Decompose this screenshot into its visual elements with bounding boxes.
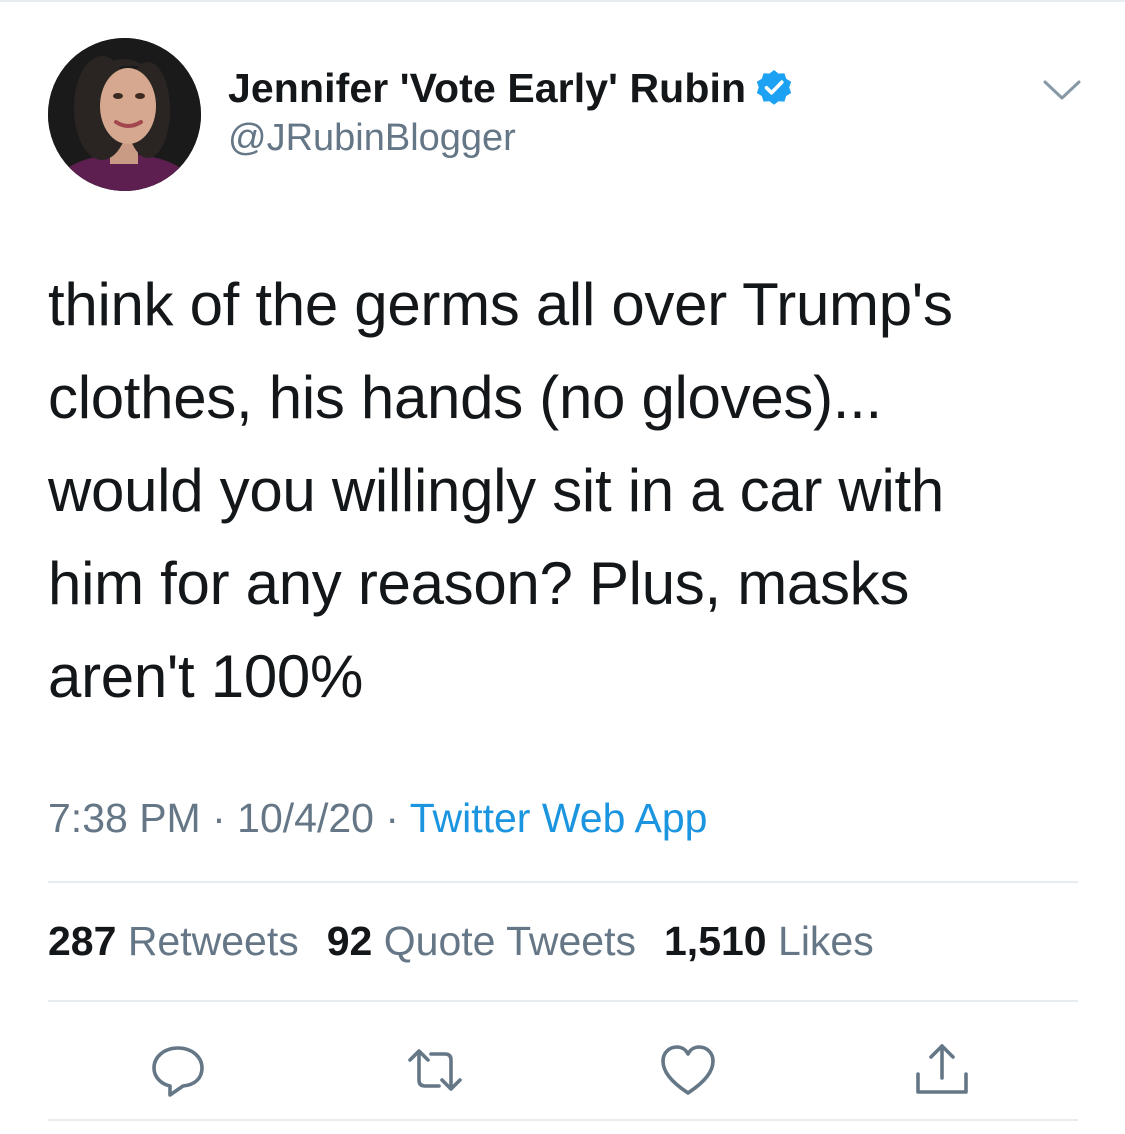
divider (48, 1000, 1078, 1002)
tweet-line: aren't 100% (48, 643, 364, 710)
tweet-line: him for any reason? Plus, masks (48, 550, 910, 617)
likes-label: Likes (778, 918, 874, 964)
retweet-icon (408, 1049, 462, 1091)
author-handle[interactable]: @JRubinBlogger (228, 117, 516, 160)
top-divider (0, 0, 1125, 2)
like-button[interactable] (656, 1038, 720, 1102)
quote-tweets-label: Quote Tweets (383, 918, 636, 964)
share-icon (916, 1044, 968, 1094)
tweet-time: 7:38 PM (48, 795, 201, 841)
quote-tweets-count: 92 (326, 918, 373, 964)
tweet-source-link[interactable]: Twitter Web App (410, 795, 708, 841)
chevron-down-icon[interactable] (1040, 72, 1084, 108)
share-button[interactable] (910, 1038, 974, 1102)
tweet-date: 10/4/20 (237, 795, 374, 841)
tweet-stats: 287 Retweets 92 Quote Tweets 1,510 Likes (48, 918, 874, 965)
retweets-stat[interactable]: 287 Retweets (48, 918, 299, 965)
tweet-line: think of the germs all over Trump's (48, 271, 953, 338)
avatar[interactable] (48, 38, 201, 191)
reply-icon (152, 1046, 204, 1097)
likes-count: 1,510 (664, 918, 767, 964)
profile-photo (48, 38, 201, 191)
meta-separator: · (385, 795, 400, 841)
likes-stat[interactable]: 1,510 Likes (664, 918, 874, 965)
tweet-text: think of the germs all over Trump's clot… (48, 258, 1088, 723)
quote-tweets-stat[interactable]: 92 Quote Tweets (327, 918, 636, 965)
author-name-row[interactable]: Jennifer 'Vote Early' Rubin (228, 62, 794, 114)
divider (48, 881, 1078, 883)
meta-separator: · (212, 795, 226, 841)
tweet-line: clothes, his hands (no gloves)... (48, 364, 882, 431)
author-display-name[interactable]: Jennifer 'Vote Early' Rubin (228, 65, 746, 112)
tweet-meta: 7:38 PM · 10/4/20 · Twitter Web App (48, 795, 707, 842)
verified-badge-icon (756, 70, 792, 105)
tweet-line: would you willingly sit in a car with (48, 457, 944, 524)
retweets-count: 287 (48, 918, 117, 964)
retweet-button[interactable] (403, 1038, 467, 1102)
retweets-label: Retweets (127, 918, 299, 964)
reply-button[interactable] (146, 1038, 210, 1102)
divider (48, 1119, 1078, 1121)
like-icon (661, 1045, 715, 1095)
